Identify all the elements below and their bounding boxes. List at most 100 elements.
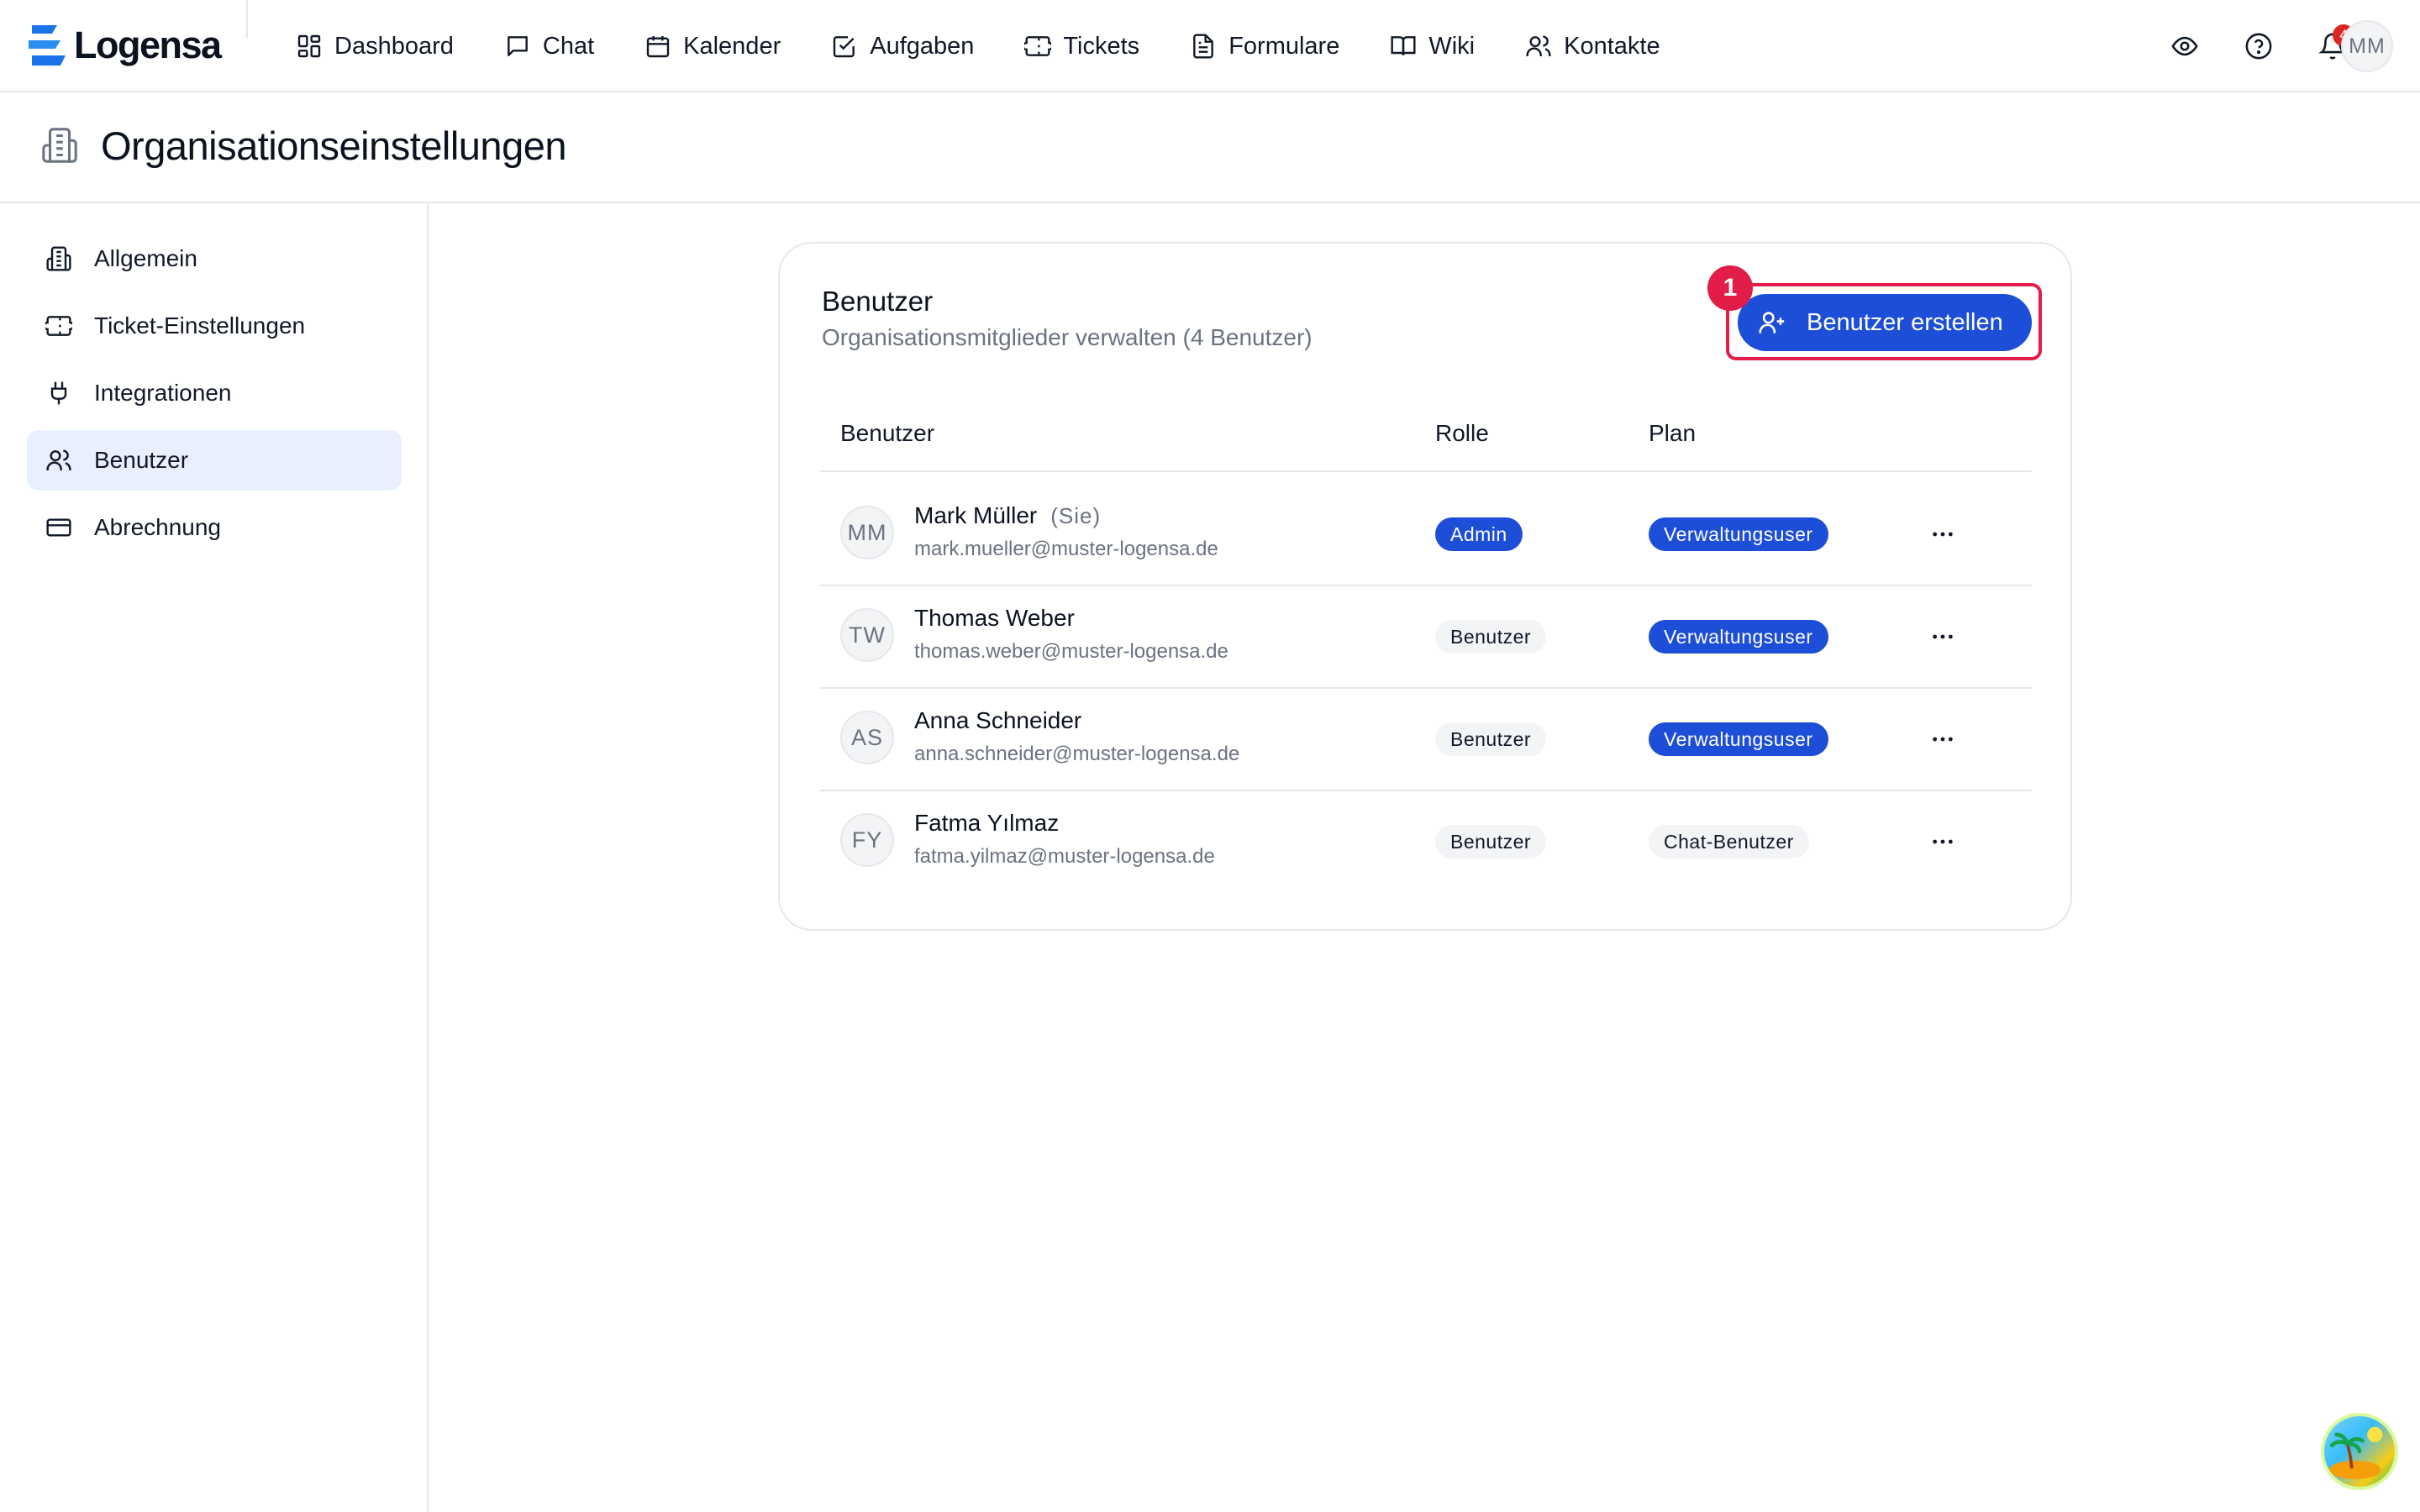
nav-label: Aufgaben [870, 32, 975, 60]
row-actions-button[interactable] [1924, 823, 1961, 860]
plug-icon [50, 381, 67, 405]
nav-label: Dashboard [334, 32, 454, 60]
island-icon [2328, 1426, 2383, 1479]
nav-item-chat[interactable]: Chat [504, 25, 594, 67]
plan-badge: Verwaltungsuser [1649, 517, 1828, 551]
nav-item-tickets[interactable]: Tickets [1024, 25, 1139, 67]
sidebar-item-ticket-einstellungen[interactable]: Ticket-Einstellungen [27, 296, 402, 356]
nav-label: Formulare [1228, 32, 1340, 60]
users-icon [1526, 35, 1551, 56]
calendar-icon [646, 36, 670, 58]
sidebar-item-benutzer[interactable]: Benutzer [27, 430, 402, 491]
avatar: TW [840, 608, 894, 662]
nav-label: Wiki [1428, 32, 1476, 60]
help-button[interactable] [2240, 28, 2277, 65]
user-name: Fatma Yılmaz [914, 810, 1060, 836]
ticket-icon [1024, 36, 1052, 56]
user-name: Thomas Weber [914, 605, 1075, 631]
users-card: Benutzer Organisationsmitglieder verwalt… [778, 242, 2072, 931]
plan-badge: Chat-Benutzer [1649, 825, 1809, 858]
book-icon [1391, 36, 1416, 55]
more-horizontal-icon [1933, 634, 1953, 639]
top-navigation-bar: Logensa Dashboard Chat Kalender Aufgaben… [0, 0, 2420, 92]
building-icon [42, 128, 77, 163]
preview-button[interactable] [2166, 28, 2203, 65]
more-horizontal-icon [1933, 532, 1953, 537]
row-actions-button[interactable] [1924, 516, 1961, 553]
avatar: MM [840, 506, 894, 559]
credit-card-icon [46, 518, 71, 537]
nav-label: Tickets [1063, 32, 1140, 60]
nav-label: Kontakte [1564, 32, 1660, 60]
card-subtitle: Organisationsmitglieder verwalten (4 Ben… [822, 324, 1313, 350]
role-badge: Benutzer [1435, 722, 1547, 756]
role-badge: Benutzer [1435, 825, 1547, 858]
users-icon [46, 449, 71, 470]
avatar: AS [840, 711, 894, 764]
ticket-icon [45, 316, 72, 336]
logo-icon [29, 25, 66, 66]
nav-item-formulare[interactable]: Formulare [1190, 25, 1339, 67]
create-user-label: Benutzer erstellen [1807, 308, 2003, 336]
help-icon [2245, 33, 2272, 60]
row-actions-button[interactable] [1924, 618, 1961, 655]
top-right-actions: 4 MM [2101, 18, 2420, 74]
logo[interactable]: Logensa [27, 22, 222, 69]
logo-text: Logensa [74, 24, 222, 66]
sidebar-item-label: Benutzer [94, 447, 189, 473]
table-row: AS Anna Schneider anna.schneider@muster-… [820, 687, 2032, 791]
user-email: fatma.yilmaz@muster-logensa.de [914, 845, 1215, 868]
sidebar-item-label: Abrechnung [94, 514, 222, 540]
table-row: TW Thomas Weber thomas.weber@muster-loge… [820, 585, 2032, 689]
nav-item-kalender[interactable]: Kalender [644, 25, 781, 67]
column-header-plan: Plan [1649, 420, 1697, 446]
dashboard-icon [297, 34, 321, 58]
user-email: anna.schneider@muster-logensa.de [914, 743, 1240, 765]
more-horizontal-icon [1933, 839, 1953, 844]
user-name: Anna Schneider [914, 707, 1082, 733]
avatar: FY [840, 813, 894, 867]
more-horizontal-icon [1933, 737, 1953, 742]
sidebar-item-label: Ticket-Einstellungen [94, 312, 306, 339]
user-avatar[interactable]: MM [2341, 20, 2393, 72]
building-icon [46, 246, 71, 271]
nav-label: Chat [542, 32, 595, 60]
main-nav: Dashboard Chat Kalender Aufgaben Tickets… [296, 25, 1660, 67]
sidebar-item-label: Integrationen [94, 380, 232, 406]
user-name-text: Mark Müller [914, 502, 1038, 528]
row-actions-button[interactable] [1924, 721, 1961, 758]
nav-item-dashboard[interactable]: Dashboard [296, 25, 454, 67]
plan-badge: Verwaltungsuser [1649, 620, 1828, 654]
card-title: Benutzer [822, 286, 934, 317]
create-user-button[interactable]: Benutzer erstellen [1738, 294, 2032, 351]
table-row: MM Mark Müller (Sie) mark.mueller@muster-… [820, 482, 2032, 586]
sidebar-item-label: Allgemein [94, 245, 197, 271]
plan-badge: Verwaltungsuser [1649, 722, 1828, 756]
table-header: Benutzer Rolle Plan [820, 420, 2032, 472]
page-title: Organisationseinstellungen [101, 123, 566, 168]
chat-icon [508, 36, 528, 56]
nav-item-kontakte[interactable]: Kontakte [1525, 25, 1660, 67]
page-header: Organisationseinstellungen [0, 92, 2420, 203]
user-email: mark.mueller@muster-logensa.de [914, 538, 1218, 560]
nav-label: Kalender [683, 32, 781, 60]
nav-item-wiki[interactable]: Wiki [1390, 25, 1475, 67]
current-user-tag: (Sie) [1050, 503, 1102, 528]
assistant-launcher-button[interactable] [2321, 1413, 2398, 1490]
table-row: FY Fatma Yılmaz fatma.yilmaz@muster-loge… [820, 790, 2032, 892]
column-header-role: Rolle [1435, 420, 1489, 446]
column-header-user: Benutzer [840, 420, 935, 446]
user-plus-icon [1759, 312, 1785, 333]
document-icon [1193, 34, 1214, 59]
user-email: thomas.weber@muster-logensa.de [914, 640, 1228, 663]
role-badge: Admin [1435, 517, 1523, 551]
sidebar-item-abrechnung[interactable]: Abrechnung [27, 497, 402, 558]
user-name: Mark Müller (Sie) [914, 502, 1101, 529]
eye-icon [2171, 36, 2198, 56]
step-marker-badge: 1 [1707, 265, 1753, 311]
task-check-icon [834, 36, 855, 58]
sidebar-item-integrationen[interactable]: Integrationen [27, 363, 402, 423]
role-badge: Benutzer [1435, 620, 1547, 654]
sidebar-item-allgemein[interactable]: Allgemein [27, 228, 402, 289]
nav-item-aufgaben[interactable]: Aufgaben [831, 25, 974, 67]
